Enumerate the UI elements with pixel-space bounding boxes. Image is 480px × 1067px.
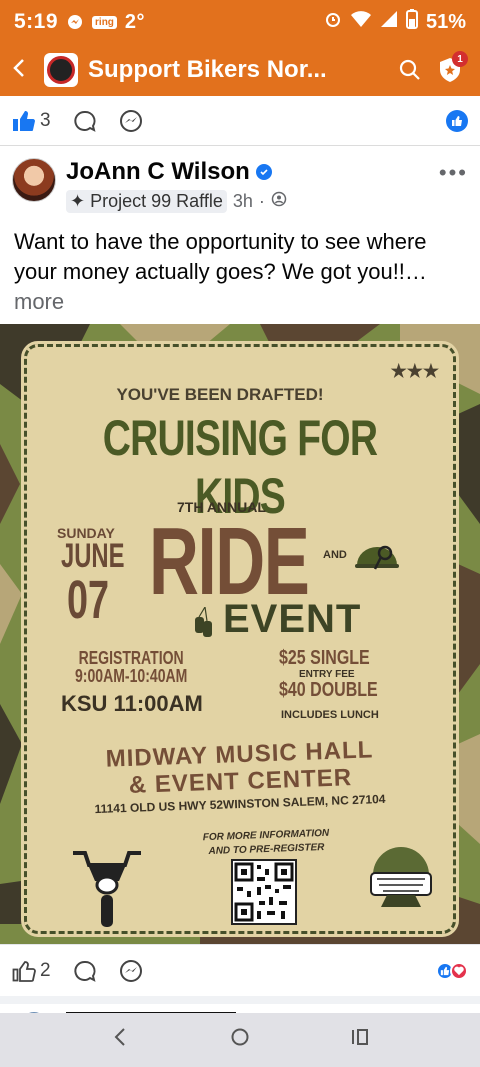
- privacy-icon: [271, 191, 287, 212]
- reaction-summary[interactable]: [436, 961, 468, 980]
- flyer-drafted: YOU'VE BEEN DRAFTED!: [116, 385, 324, 404]
- like-button[interactable]: 3: [12, 110, 51, 132]
- comment-button[interactable]: [73, 109, 97, 133]
- more-options-icon[interactable]: •••: [439, 160, 468, 186]
- author-avatar[interactable]: [12, 158, 56, 202]
- group-tag[interactable]: ✦ Project 99 Raffle: [66, 190, 227, 213]
- flyer-date: 07: [67, 570, 110, 630]
- see-more-link[interactable]: more: [14, 289, 64, 314]
- event-flyer: YOU'VE BEEN DRAFTED! ★★★ CRUISING FOR KI…: [21, 341, 459, 937]
- comment-button[interactable]: [73, 959, 97, 983]
- group-shield-button[interactable]: 1: [430, 51, 470, 83]
- messenger-notification-icon: [66, 13, 84, 31]
- stars-icon: ★★★: [390, 361, 439, 381]
- status-bar: 5:19 ring 2° 51%: [0, 0, 480, 44]
- nav-home-icon[interactable]: [220, 1026, 260, 1054]
- comment-icon: [73, 960, 96, 982]
- notification-count-badge: 1: [452, 51, 468, 67]
- qr-code-icon: [231, 859, 297, 925]
- system-navigation-bar: [0, 1013, 480, 1067]
- flyer-more-info: FOR MORE INFORMATION AND TO PRE-REGISTER: [202, 827, 330, 858]
- post-card: JoAnn C Wilson ✦ Project 99 Raffle 3h · …: [0, 146, 480, 996]
- flyer-price-single: $25 SINGLE: [279, 647, 370, 669]
- comment-icon: [73, 110, 96, 132]
- post-image[interactable]: YOU'VE BEEN DRAFTED! ★★★ CRUISING FOR KI…: [0, 324, 480, 946]
- flyer-ksu: KSU 11:00AM: [61, 691, 203, 716]
- like-reaction-icon: [446, 109, 468, 132]
- nav-back-icon[interactable]: [100, 1026, 140, 1054]
- post-action-bar: 2: [0, 944, 480, 996]
- dog-tags-icon: [195, 607, 212, 637]
- group-title[interactable]: Support Bikers Nor...: [88, 56, 390, 84]
- search-icon[interactable]: [390, 59, 430, 81]
- post-text: Want to have the opportunity to see wher…: [14, 229, 427, 314]
- flyer-event: EVENT: [223, 597, 362, 641]
- group-thumbnail[interactable]: [44, 53, 78, 87]
- status-temperature: 2°: [124, 10, 146, 33]
- dot-separator: ·: [258, 191, 265, 211]
- signal-icon: [380, 10, 398, 34]
- army-helmet-icon: [355, 545, 399, 570]
- like-count: 3: [40, 109, 51, 131]
- messenger-share-button[interactable]: [119, 959, 143, 983]
- status-time: 5:19: [14, 10, 59, 33]
- alarm-icon: [324, 10, 342, 34]
- previous-post-action-bar: 3: [0, 96, 480, 146]
- diamond-icon: ✦: [70, 191, 86, 211]
- helmet-badge-icon: [370, 847, 432, 907]
- back-arrow-icon[interactable]: [10, 55, 40, 86]
- post-time[interactable]: 3h: [233, 191, 253, 212]
- battery-percent: 51%: [425, 10, 466, 33]
- thumbs-up-icon: [13, 110, 35, 131]
- messenger-icon: [119, 959, 142, 982]
- messenger-share-button[interactable]: [119, 109, 143, 133]
- flyer-registration: REGISTRATION 9:00AM-10:40AM: [75, 648, 188, 686]
- app-bar: Support Bikers Nor... 1: [0, 44, 480, 96]
- love-reaction-icon: [450, 961, 468, 980]
- wifi-icon: [350, 10, 372, 34]
- messenger-icon: [119, 109, 142, 132]
- author-name[interactable]: JoAnn C Wilson: [66, 158, 250, 186]
- nav-recents-icon[interactable]: [340, 1026, 380, 1054]
- verified-badge-icon: [255, 164, 272, 180]
- flyer-lunch: INCLUDES LUNCH: [281, 709, 379, 721]
- motorcycle-icon: [73, 851, 141, 927]
- like-count: 2: [40, 959, 51, 981]
- ring-app-icon: ring: [92, 15, 117, 29]
- thumbs-up-outline-icon: [12, 960, 36, 982]
- battery-icon: [405, 9, 418, 35]
- flyer-and: AND: [323, 549, 347, 561]
- like-button[interactable]: 2: [12, 960, 51, 982]
- flyer-price-double: $40 DOUBLE: [279, 679, 378, 701]
